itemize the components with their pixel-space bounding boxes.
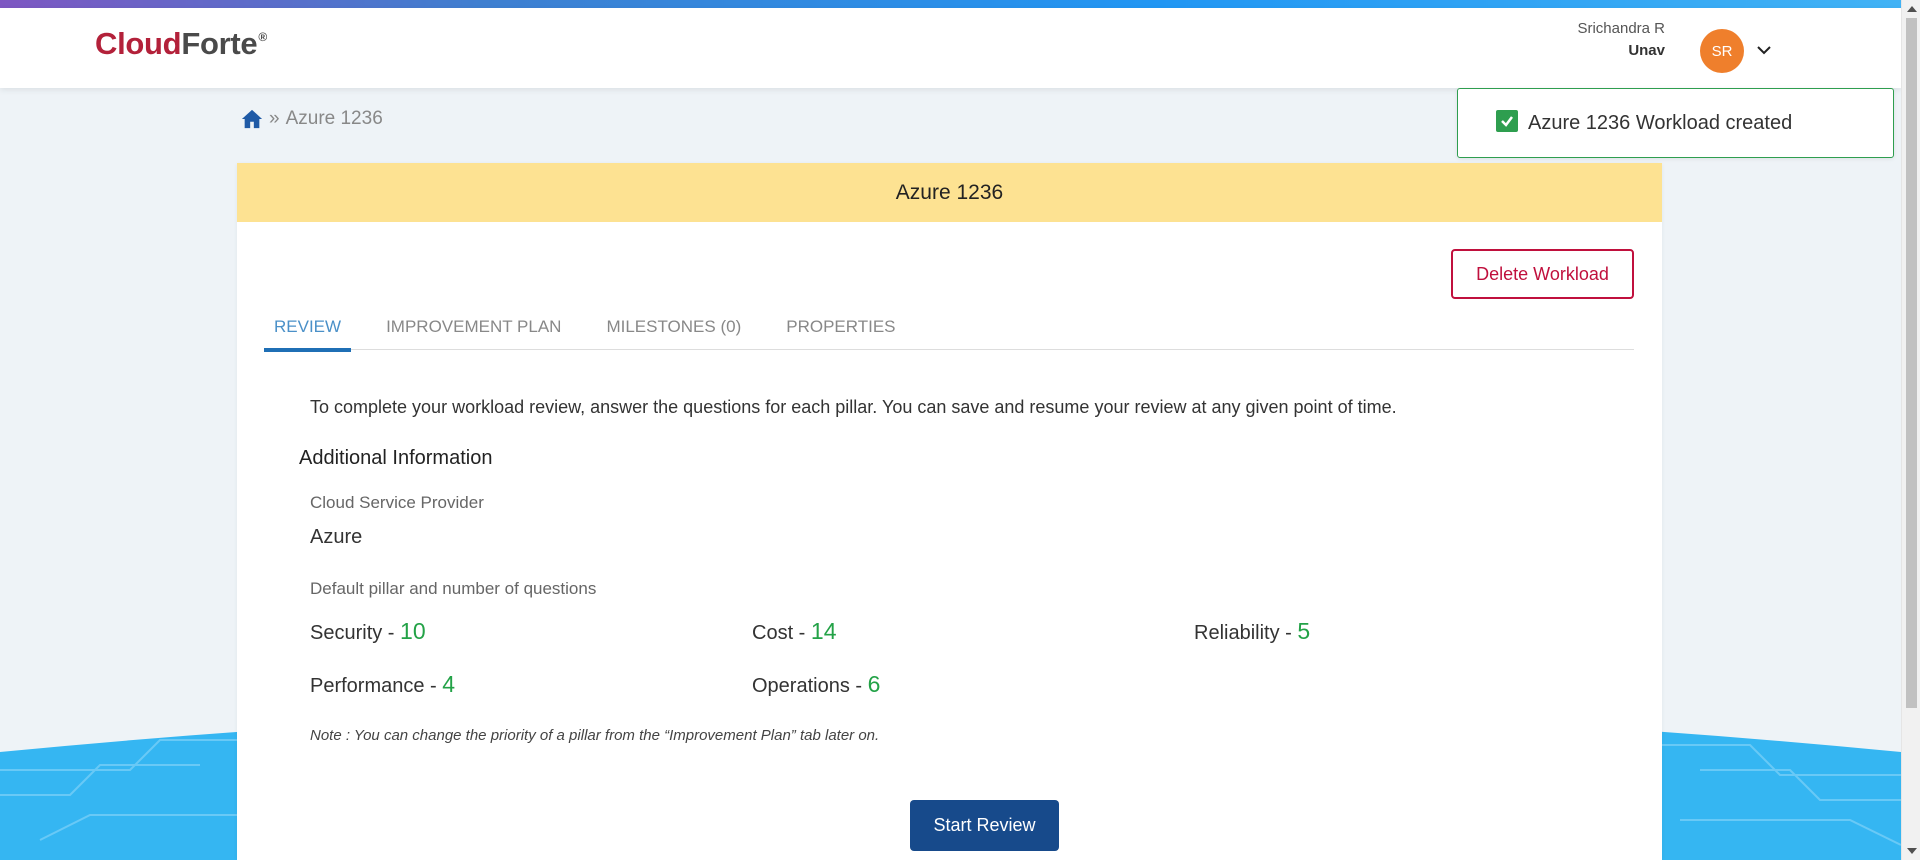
pillar-note: Note : You can change the priority of a … [310,727,880,744]
toast-message: Azure 1236 Workload created [1528,111,1793,134]
tab-milestones[interactable]: MILESTONES (0) [596,305,751,350]
tab-improvement-plan[interactable]: IMPROVEMENT PLAN [376,305,571,350]
delete-workload-button[interactable]: Delete Workload [1451,249,1634,299]
review-intro: To complete your workload review, answer… [310,397,1397,417]
section-title: Additional Information [299,447,493,469]
provider-value: Azure [310,526,363,548]
chevron-down-icon[interactable] [1756,42,1772,58]
workload-title: Azure 1236 [237,163,1662,222]
workload-card: Azure 1236 Delete Workload REVIEW IMPROV… [237,163,1662,860]
page-scrollbar[interactable] [1901,0,1920,860]
success-toast[interactable]: Azure 1236 Workload created [1457,88,1894,158]
pillar-security: Security - 10 [310,618,426,644]
tab-review[interactable]: REVIEW [264,305,352,352]
brand-logo[interactable]: CloudForte® [95,26,267,62]
check-square-icon [1496,110,1518,132]
user-name: Srichandra R [1577,20,1665,37]
breadcrumb-separator: » [269,108,280,129]
avatar[interactable]: SR [1700,29,1744,73]
pillar-performance: Performance - 4 [310,671,456,697]
scroll-thumb[interactable] [1906,18,1917,708]
home-icon[interactable] [241,108,263,130]
scroll-down-icon[interactable] [1907,848,1917,854]
tab-bar: REVIEW IMPROVEMENT PLAN MILESTONES (0) P… [264,305,1634,352]
pillars-label: Default pillar and number of questions [310,579,597,598]
breadcrumb-current: Azure 1236 [285,108,383,129]
user-info: Srichandra R Unav [1577,20,1665,59]
user-org: Unav [1628,42,1665,59]
start-review-button[interactable]: Start Review [910,800,1059,851]
pillar-cost: Cost - 14 [752,618,837,644]
top-accent-stripe [0,0,1920,8]
scroll-up-icon[interactable] [1907,6,1917,12]
provider-label: Cloud Service Provider [310,493,484,512]
breadcrumb: » Azure 1236 [241,108,383,130]
pillar-reliability: Reliability - 5 [1194,618,1311,644]
pillar-operations: Operations - 6 [752,671,881,697]
top-header: CloudForte® Srichandra R Unav SR [0,8,1901,88]
tab-properties[interactable]: PROPERTIES [776,305,905,350]
